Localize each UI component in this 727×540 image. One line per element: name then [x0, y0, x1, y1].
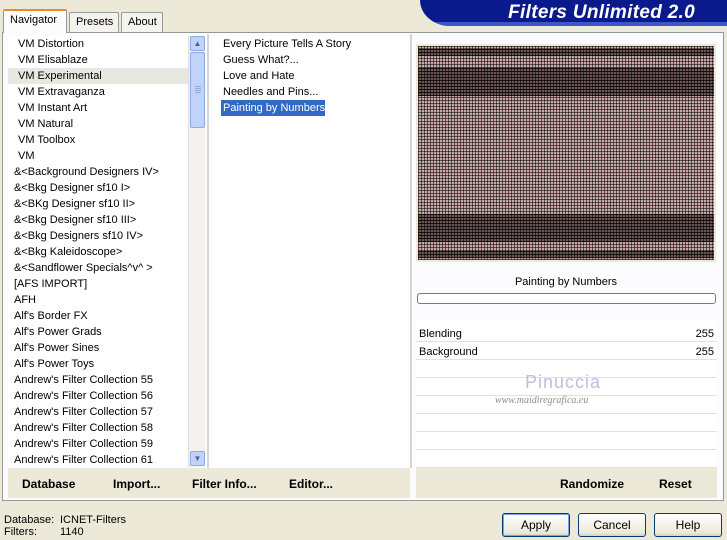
- watermark-name: Pinuccia: [525, 372, 602, 392]
- category-item[interactable]: Andrew's Filter Collection 61: [8, 452, 188, 466]
- category-item[interactable]: &<Bkg Designer sf10 III>: [8, 212, 188, 228]
- filter-item[interactable]: Love and Hate: [213, 68, 408, 84]
- category-item[interactable]: Andrew's Filter Collection 55: [8, 372, 188, 388]
- param-row-blending[interactable]: Blending 255: [416, 325, 717, 342]
- randomize-button[interactable]: Randomize: [560, 477, 624, 491]
- progress-bar: [417, 293, 716, 304]
- category-item[interactable]: &<Bkg Designer sf10 I>: [8, 180, 188, 196]
- filter-item[interactable]: Guess What?...: [213, 52, 408, 68]
- tab-about[interactable]: About: [121, 12, 163, 32]
- left-toolbar: Database Import... Filter Info... Editor…: [8, 468, 410, 498]
- category-list[interactable]: VM Distortion VM Elisablaze VM Experimenta…: [8, 36, 188, 466]
- filter-item[interactable]: Every Picture Tells A Story: [213, 36, 408, 52]
- category-item[interactable]: &<BKg Designer sf10 II>: [8, 196, 188, 212]
- app-title: Filters Unlimited 2.0: [508, 2, 695, 23]
- help-button[interactable]: Help: [654, 513, 722, 537]
- category-item[interactable]: &<Bkg Kaleidoscope>: [8, 244, 188, 260]
- category-scrollbar[interactable]: ▲ ▼: [188, 36, 205, 467]
- chevron-up-icon[interactable]: ▲: [190, 36, 205, 51]
- chevron-down-icon[interactable]: ▼: [190, 451, 205, 466]
- tab-presets[interactable]: Presets: [69, 12, 119, 32]
- divider: [410, 34, 412, 468]
- category-item[interactable]: Alf's Power Grads: [8, 324, 188, 340]
- reset-button[interactable]: Reset: [659, 477, 692, 491]
- database-button[interactable]: Database: [22, 477, 75, 491]
- category-item[interactable]: VM Instant Art: [8, 100, 188, 116]
- right-toolbar: Randomize Reset: [416, 468, 717, 498]
- category-item[interactable]: VM Extravaganza: [8, 84, 188, 100]
- category-item[interactable]: &<Sandflower Specials^v^ >: [8, 260, 188, 276]
- category-item[interactable]: VM Toolbox: [8, 132, 188, 148]
- apply-button[interactable]: Apply: [502, 513, 570, 537]
- category-item[interactable]: [AFS IMPORT]: [8, 276, 188, 292]
- category-item[interactable]: &<Background Designers IV>: [8, 164, 188, 180]
- category-item[interactable]: Alf's Power Toys: [8, 356, 188, 372]
- param-row-empty: [416, 433, 717, 450]
- tab-label: Navigator: [10, 14, 58, 26]
- param-label: Background: [419, 346, 478, 358]
- category-item[interactable]: Andrew's Filter Collection 59: [8, 436, 188, 452]
- preview-image: [418, 46, 714, 260]
- category-item[interactable]: Alf's Power Sines: [8, 340, 188, 356]
- parameter-panel: Blending 255 Background 255: [416, 320, 717, 468]
- divider: [207, 34, 209, 468]
- category-item[interactable]: &<Bkg Designers sf10 IV>: [8, 228, 188, 244]
- filter-item[interactable]: Painting by Numbers: [221, 100, 325, 116]
- param-row-background[interactable]: Background 255: [416, 343, 717, 360]
- param-row-empty: [416, 415, 717, 432]
- param-value: 255: [695, 346, 714, 358]
- category-item[interactable]: Andrew's Filter Collection 58: [8, 420, 188, 436]
- filters-label: Filters:: [4, 526, 37, 538]
- param-row-empty: [416, 451, 717, 468]
- category-item[interactable]: VM Distortion: [8, 36, 188, 52]
- cancel-button[interactable]: Cancel: [578, 513, 646, 537]
- filter-list[interactable]: Every Picture Tells A Story Guess What?..…: [213, 36, 408, 466]
- category-item[interactable]: Andrew's Filter Collection 56: [8, 388, 188, 404]
- category-item[interactable]: Andrew's Filter Collection 57: [8, 404, 188, 420]
- database-label: Database:: [4, 514, 55, 526]
- tab-navigator[interactable]: Navigator: [3, 9, 67, 33]
- app-banner: Filters Unlimited 2.0: [420, 0, 727, 26]
- tab-label: Presets: [76, 16, 114, 28]
- category-item[interactable]: VM Experimental: [8, 68, 188, 84]
- param-label: Blending: [419, 328, 462, 340]
- filter-item[interactable]: Needles and Pins...: [213, 84, 408, 100]
- filters-count: 1140: [60, 526, 84, 538]
- editor-button[interactable]: Editor...: [289, 477, 333, 491]
- category-item[interactable]: AFH: [8, 292, 188, 308]
- category-item[interactable]: VM: [8, 148, 188, 164]
- watermark-url: www.maidiregrafica.eu: [495, 395, 589, 406]
- scroll-thumb[interactable]: [190, 52, 205, 128]
- category-item[interactable]: Alf's Border FX: [8, 308, 188, 324]
- category-item[interactable]: VM Natural: [8, 116, 188, 132]
- filter-info-button[interactable]: Filter Info...: [192, 477, 257, 491]
- tab-label: About: [128, 16, 157, 28]
- preview-filter-name: Painting by Numbers: [514, 276, 618, 288]
- category-item[interactable]: VM Elisablaze: [8, 52, 188, 68]
- import-button[interactable]: Import...: [113, 477, 160, 491]
- database-value: ICNET-Filters: [60, 514, 126, 526]
- param-value: 255: [695, 328, 714, 340]
